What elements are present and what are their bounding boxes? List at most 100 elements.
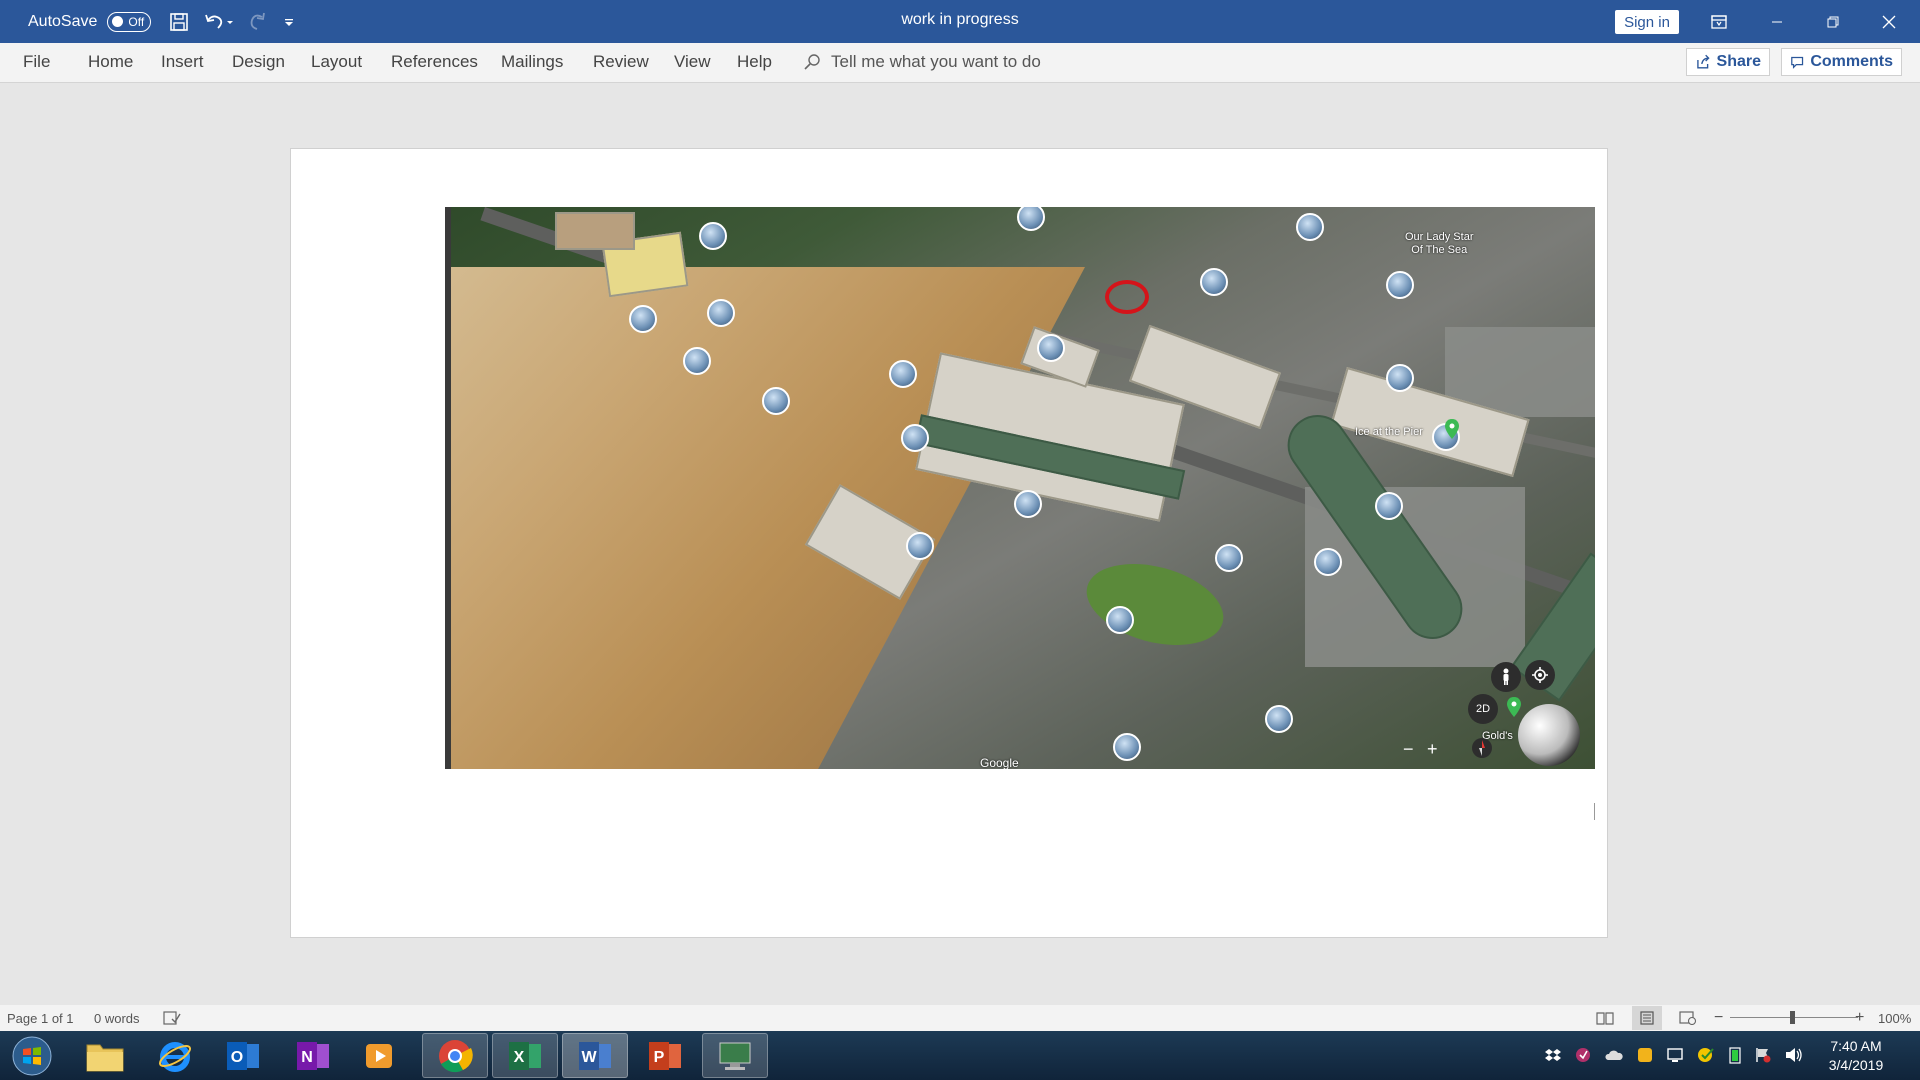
restore-icon (1827, 16, 1839, 27)
photo-pin[interactable] (1106, 606, 1134, 634)
map-label-google: Google (980, 756, 1019, 770)
print-layout-button[interactable] (1632, 1006, 1662, 1030)
view-2d-toggle[interactable]: 2D (1468, 694, 1498, 724)
volume-icon[interactable] (1785, 1047, 1803, 1063)
tab-view[interactable]: View (674, 52, 711, 72)
zoom-slider-thumb[interactable] (1790, 1011, 1795, 1024)
photo-pin[interactable] (699, 222, 727, 250)
tray-app-icon[interactable] (1637, 1047, 1653, 1063)
location-target-icon (1532, 667, 1548, 683)
tab-home[interactable]: Home (88, 52, 133, 72)
photo-pin[interactable] (1314, 548, 1342, 576)
folder-icon (86, 1044, 124, 1071)
taskbar-chrome[interactable] (422, 1033, 488, 1078)
photo-pin[interactable] (1017, 207, 1045, 231)
photo-pin[interactable] (889, 360, 917, 388)
tab-help[interactable]: Help (737, 52, 772, 72)
taskbar-outlook[interactable]: O (210, 1033, 276, 1078)
tab-references[interactable]: References (391, 52, 478, 72)
photo-pin[interactable] (906, 532, 934, 560)
taskbar-onenote[interactable]: N (280, 1033, 346, 1078)
start-button[interactable] (0, 1033, 64, 1078)
read-mode-icon[interactable] (1596, 1011, 1614, 1025)
customize-qat-icon[interactable] (283, 16, 295, 28)
street-view-button[interactable] (1491, 662, 1521, 692)
photo-pin[interactable] (1113, 733, 1141, 761)
photo-pin[interactable] (683, 347, 711, 375)
word-count[interactable]: 0 words (94, 1011, 140, 1026)
windows-start-icon (12, 1036, 52, 1075)
photo-pin[interactable] (1265, 705, 1293, 733)
tab-mailings[interactable]: Mailings (501, 52, 563, 72)
lawn-oval (1077, 550, 1233, 659)
taskbar-clock[interactable]: 7:40 AM 3/4/2019 (1816, 1037, 1896, 1075)
autosave-toggle[interactable]: Off (107, 11, 152, 32)
redo-icon[interactable] (247, 11, 269, 33)
zoom-out-button[interactable]: − (1403, 739, 1414, 760)
ribbon-display-options-button[interactable] (1696, 0, 1742, 43)
share-button[interactable]: Share (1686, 48, 1770, 76)
photo-pin[interactable] (707, 299, 735, 327)
taskbar-excel[interactable]: X (492, 1033, 558, 1078)
tab-layout[interactable]: Layout (311, 52, 362, 72)
system-tray (1545, 1046, 1803, 1064)
ribbon-tabs: File Home Insert Design Layout Reference… (0, 43, 1920, 83)
display-tray-icon[interactable] (1667, 1047, 1683, 1063)
ribbon-display-icon (1711, 14, 1727, 29)
globe-view-button[interactable] (1518, 704, 1580, 766)
zoom-out-slider-button[interactable]: − (1714, 1009, 1723, 1027)
proofing-icon[interactable] (163, 1011, 181, 1025)
photo-pin[interactable] (629, 305, 657, 333)
photo-pin[interactable] (762, 387, 790, 415)
battery-icon[interactable] (1729, 1046, 1741, 1064)
zoom-level[interactable]: 100% (1878, 1011, 1911, 1026)
security-tray-icon[interactable] (1575, 1047, 1591, 1063)
zoom-in-slider-button[interactable]: + (1855, 1009, 1864, 1027)
photo-pin[interactable] (1375, 492, 1403, 520)
photo-pin[interactable] (1386, 364, 1414, 392)
dropbox-icon[interactable] (1545, 1047, 1561, 1063)
beach-sand (445, 267, 1085, 769)
norton-tray-icon[interactable] (1697, 1047, 1715, 1063)
comment-icon (1791, 56, 1804, 69)
photo-pin[interactable] (901, 424, 929, 452)
minimize-icon (1772, 21, 1782, 22)
taskbar-remote-desktop[interactable] (702, 1033, 768, 1078)
tab-design[interactable]: Design (232, 52, 285, 72)
zoom-slider[interactable] (1730, 1011, 1858, 1024)
onedrive-icon[interactable] (1605, 1048, 1623, 1062)
close-button[interactable] (1866, 0, 1912, 43)
taskbar-powerpoint[interactable]: P (632, 1033, 698, 1078)
comments-button[interactable]: Comments (1781, 48, 1902, 76)
sign-in-button[interactable]: Sign in (1615, 10, 1679, 34)
page-indicator[interactable]: Page 1 of 1 (7, 1011, 74, 1026)
map-pin-icon (1445, 419, 1459, 439)
taskbar-internet-explorer[interactable] (142, 1033, 208, 1078)
save-icon[interactable] (169, 12, 189, 32)
zoom-in-button[interactable]: + (1427, 739, 1438, 760)
compass-icon[interactable] (1471, 737, 1493, 759)
undo-icon[interactable] (203, 12, 234, 32)
tell-me-search[interactable]: Tell me what you want to do (803, 52, 1041, 72)
minimize-button[interactable] (1754, 0, 1800, 43)
taskbar-media-player[interactable] (347, 1033, 413, 1078)
photo-pin[interactable] (1215, 544, 1243, 572)
restore-button[interactable] (1810, 0, 1856, 43)
autosave-control[interactable]: AutoSave Off (28, 11, 152, 32)
photo-pin[interactable] (1296, 213, 1324, 241)
photo-pin[interactable] (1386, 271, 1414, 299)
aerial-map-image[interactable]: Our Lady Star Of The Sea Ice at the Pier… (445, 207, 1595, 769)
photo-pin[interactable] (1037, 334, 1065, 362)
tab-file[interactable]: File (23, 52, 50, 72)
my-location-button[interactable] (1525, 660, 1555, 690)
photo-pin[interactable] (1014, 490, 1042, 518)
photo-pin[interactable] (1200, 268, 1228, 296)
tab-review[interactable]: Review (593, 52, 649, 72)
clock-time: 7:40 AM (1830, 1038, 1882, 1054)
web-layout-icon[interactable] (1679, 1011, 1697, 1025)
svg-text:N: N (301, 1049, 313, 1066)
taskbar-explorer[interactable] (72, 1033, 138, 1078)
action-center-flag-icon[interactable] (1755, 1047, 1771, 1063)
tab-insert[interactable]: Insert (161, 52, 204, 72)
taskbar-word[interactable]: W (562, 1033, 628, 1078)
